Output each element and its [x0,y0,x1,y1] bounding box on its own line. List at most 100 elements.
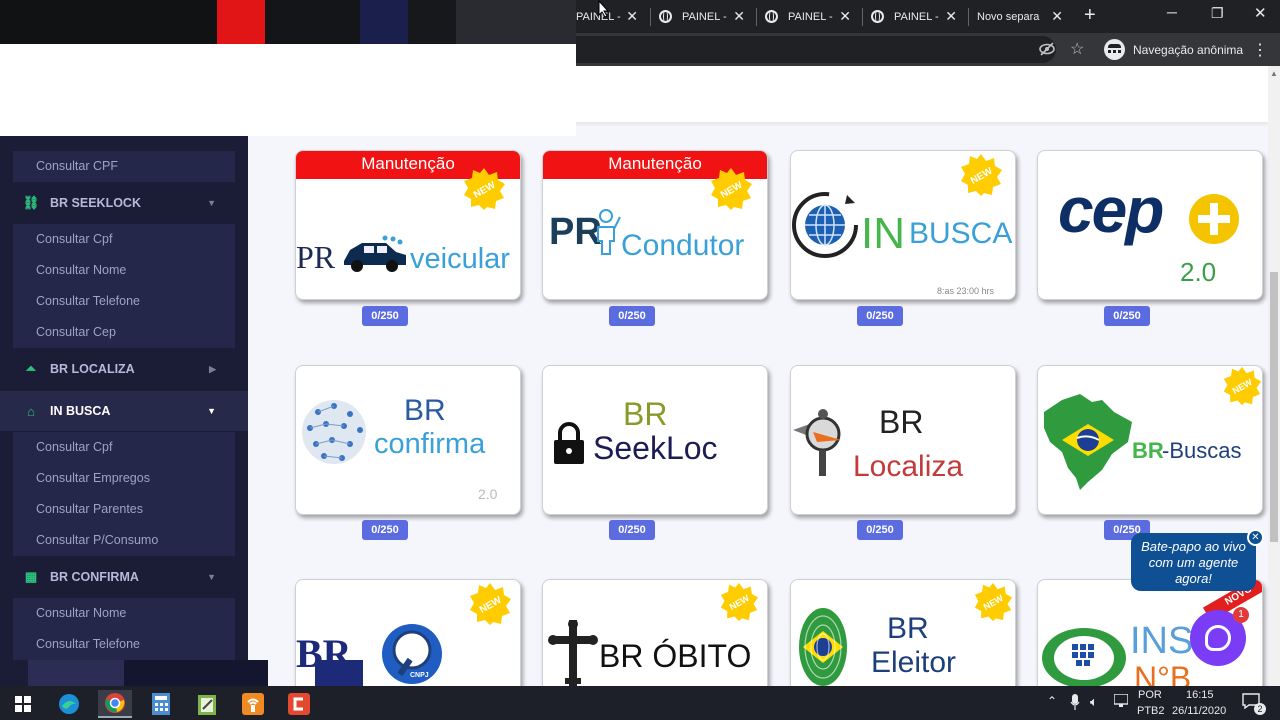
notifications-count: 2 [1254,703,1266,715]
browser-tab[interactable]: Novo separa ✕ [969,0,1073,33]
service-card-br-localiza[interactable]: BR Localiza [790,365,1016,515]
close-tab-icon[interactable]: ✕ [626,8,638,25]
maximize-icon[interactable]: ❐ [1211,5,1224,22]
incognito-indicator[interactable]: Navegação anônima [1104,37,1243,62]
service-card-pr-condutor[interactable]: Manutenção NEW PR Condutor [542,150,768,300]
sidebar-item[interactable]: Consultar Telefone [13,286,235,317]
plus-circle-icon [1189,194,1239,244]
close-icon[interactable]: ✕ [1247,529,1264,546]
close-tab-icon[interactable]: ✕ [733,8,745,25]
card-note: 2.0 [478,486,498,502]
calculator-app[interactable] [144,690,178,718]
section-label: BR CONFIRMA [50,570,139,584]
service-card-br-obito[interactable]: NEW BR ÓBITO [542,579,768,686]
sidebar-item[interactable]: Consultar Parentes [13,494,235,525]
scrollbar[interactable]: ▲ [1268,66,1280,686]
service-card-pr-veicular[interactable]: Manutenção NEW PR veicular [295,150,521,300]
globe-icon [871,10,884,23]
fingerprint-flag-icon [799,608,847,686]
sidebar-item[interactable]: Consultar CPF [13,151,235,182]
volume-icon[interactable]: 🔈︎ [1090,694,1098,710]
sidebar-section-br-seeklock[interactable]: ⛓ BR SEEKLOCK ▼ [0,183,248,223]
card-logo-main: BR [404,394,446,427]
sidebar-item[interactable]: Consultar Cpf [13,432,235,463]
link-icon: ⛓ [22,195,40,210]
clock-time[interactable]: 16:15 [1186,689,1214,701]
chrome-app[interactable] [98,690,132,718]
edge-app[interactable] [52,690,86,718]
service-card-br-seekloc[interactable]: BR SeekLoc [542,365,768,515]
calculator-icon [152,693,170,715]
taskbar: ⌃ 🔈︎ POR PTB2 16:15 26/11/2020 2 [0,686,1280,720]
card-logo-main: BR [623,396,668,432]
close-tab-icon[interactable]: ✕ [945,8,957,25]
incognito-icon [1104,39,1125,60]
service-card-br-confirma[interactable]: BR confirma 2.0 [295,365,521,515]
scrollbar-thumb[interactable] [1270,272,1278,542]
service-card-in-busca[interactable]: NEW IN BUSCA 8:as 23:00 hrs [790,150,1016,300]
obscured-region-blue [360,0,408,44]
sidebar-item[interactable]: Consultar Telefone [13,629,235,660]
language-top[interactable]: POR [1138,689,1162,701]
card-logo-sub: BUSCA [909,217,1013,250]
close-tab-icon[interactable]: ✕ [1051,8,1063,25]
notepad-app[interactable] [190,690,224,718]
windows-logo-icon [15,696,31,712]
eye-off-icon[interactable] [1039,42,1055,59]
edge-icon [59,694,79,714]
globe-icon [792,192,858,258]
sidebar-item[interactable]: Consultar Nome [13,255,235,286]
sidebar-item[interactable]: Consultar Nome [13,598,235,629]
card-logo-sub: 2.0 [1180,257,1217,287]
card-logo-main: BR [887,612,929,645]
chat-icon [1205,625,1231,651]
browser-tab[interactable]: PAINEL - ✕ [651,0,755,33]
scroll-up-icon[interactable]: ▲ [1270,69,1278,78]
new-tab-button[interactable]: + [1084,4,1096,27]
chat-bubble[interactable]: Bate-papo ao vivo com um agente agora! [1131,533,1256,591]
address-bar[interactable] [576,36,1056,63]
service-card-br-eleitor[interactable]: NEW BR Eleitor [790,579,1016,686]
sidebar-item[interactable]: Consultar P/Consumo [13,525,235,556]
usage-counter: 0/250 [609,520,655,540]
chevron-down-icon: ▼ [207,198,216,208]
close-window-icon[interactable]: ✕ [1254,4,1267,22]
obscured-overlay [0,44,576,136]
new-badge-icon: NEW [720,582,759,622]
browser-tab[interactable]: PAINEL - ✕ [757,0,861,33]
person-icon [597,209,621,255]
bookmark-star-icon[interactable]: ☆ [1070,39,1084,59]
sidebar-section-br-confirma[interactable]: ▦ BR CONFIRMA ▼ [0,557,248,597]
tab-label: PAINEL - [788,10,833,23]
card-logo-main: PR [296,239,336,275]
usage-counter: 0/250 [857,306,903,326]
language-bottom[interactable]: PTB2 [1137,705,1165,717]
section-label: BR LOCALIZA [50,362,135,376]
sidebar-item[interactable]: Consultar Cpf [13,224,235,255]
network-icon[interactable] [1113,693,1129,711]
more-menu-icon[interactable]: ⋮ [1252,40,1268,60]
minimize-icon[interactable]: ─ [1167,4,1177,20]
service-card-cep[interactable]: cep 2.0 [1037,150,1263,300]
browser-tab[interactable]: PAINEL - ✕ [863,0,967,33]
obscured-region [408,0,456,44]
notepad-icon [198,695,216,715]
sidebar-item[interactable]: Consultar Empregos [13,463,235,494]
windows-start-button[interactable] [6,690,40,718]
sidebar-section-in-busca[interactable]: ⌂ IN BUSCA ▼ [0,391,248,431]
section-label: BR SEEKLOCK [50,196,141,210]
microphone-icon[interactable] [1070,694,1080,713]
usage-counter: 0/250 [362,306,408,326]
recorder-app[interactable] [282,690,316,718]
close-tab-icon[interactable]: ✕ [839,8,851,25]
tray-expand-icon[interactable]: ⌃ [1047,694,1057,708]
chevron-down-icon: ▼ [207,572,216,582]
card-logo-sub: SeekLoc [593,430,718,466]
obscured-region [265,0,360,44]
service-card-br-buscas[interactable]: NEW BR -Buscas [1037,365,1263,515]
clock-date[interactable]: 26/11/2020 [1172,705,1226,717]
hotspot-app[interactable] [236,690,270,718]
sidebar-section-br-localiza[interactable]: ⏶ BR LOCALIZA ▶ [0,349,248,389]
new-badge-icon: NEW [1223,366,1262,406]
sidebar-item[interactable]: Consultar Cep [13,317,235,348]
